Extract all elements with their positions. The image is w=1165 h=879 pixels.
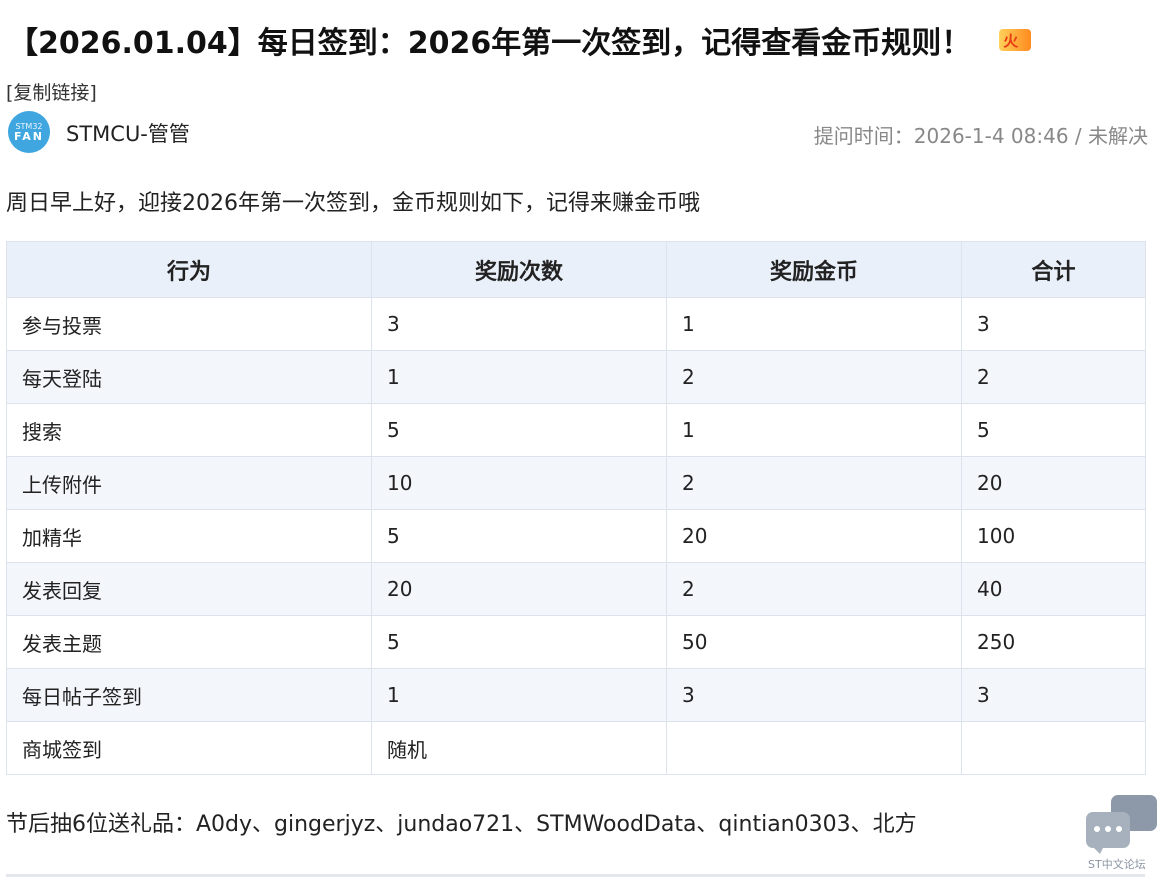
avatar-text-bottom: FAN bbox=[14, 129, 44, 143]
chat-bubble-tail-icon bbox=[1092, 846, 1104, 854]
table-row: 上传附件 10 2 20 bbox=[6, 456, 1146, 510]
cell-action: 商城签到 bbox=[6, 721, 372, 775]
cell-action: 发表回复 bbox=[6, 562, 372, 616]
header-cell-coins: 奖励金币 bbox=[666, 241, 962, 298]
table-row: 每日帖子签到 1 3 3 bbox=[6, 668, 1146, 722]
cell-action: 加精华 bbox=[6, 509, 372, 563]
post-intro: 周日早上好，迎接2026年第一次签到，金币规则如下，记得来赚金币哦 bbox=[6, 191, 700, 216]
cell-total: 2 bbox=[961, 350, 1146, 404]
cell-coins bbox=[666, 721, 962, 775]
table-row: 发表回复 20 2 40 bbox=[6, 562, 1146, 616]
avatar[interactable]: STM32 FAN bbox=[8, 111, 50, 153]
header-cell-times: 奖励次数 bbox=[371, 241, 667, 298]
cell-coins: 1 bbox=[666, 297, 962, 351]
cell-times: 10 bbox=[371, 456, 667, 510]
cell-total: 100 bbox=[961, 509, 1146, 563]
cell-action: 上传附件 bbox=[6, 456, 372, 510]
table-row: 每天登陆 1 2 2 bbox=[6, 350, 1146, 404]
cell-coins: 2 bbox=[666, 350, 962, 404]
cell-coins: 3 bbox=[666, 668, 962, 722]
cell-total: 20 bbox=[961, 456, 1146, 510]
hot-badge-label: 火 bbox=[1003, 32, 1019, 50]
cell-times: 5 bbox=[371, 615, 667, 669]
cell-coins: 50 bbox=[666, 615, 962, 669]
cell-times: 3 bbox=[371, 297, 667, 351]
table-row: 参与投票 3 1 3 bbox=[6, 297, 1146, 351]
cell-coins: 2 bbox=[666, 562, 962, 616]
title-row: 【2026.01.04】每日签到：2026年第一次签到，记得查看金币规则！ 火 bbox=[8, 18, 1032, 62]
cell-total: 5 bbox=[961, 403, 1146, 457]
cell-times: 1 bbox=[371, 350, 667, 404]
cell-action: 每天登陆 bbox=[6, 350, 372, 404]
table-row: 搜索 5 1 5 bbox=[6, 403, 1146, 457]
floating-chat-button[interactable]: ST中文论坛 bbox=[1084, 795, 1160, 875]
cell-coins: 1 bbox=[666, 403, 962, 457]
avatar-text-top: STM32 bbox=[15, 121, 43, 131]
table-header-row: 行为 奖励次数 奖励金币 合计 bbox=[6, 241, 1146, 298]
floating-chat-label: ST中文论坛 bbox=[1088, 858, 1146, 871]
author-row: STM32 FAN STMCU-管管 提问时间：2026-1-4 08:46 /… bbox=[8, 110, 1148, 154]
copy-link-button[interactable]: [复制链接] bbox=[6, 78, 97, 105]
author-name-link[interactable]: STMCU-管管 bbox=[66, 118, 190, 148]
cell-times: 随机 bbox=[371, 721, 667, 775]
cell-coins: 20 bbox=[666, 509, 962, 563]
gift-winners-line: 节后抽6位送礼品：A0dy、gingerjyz、jundao721、STMWoo… bbox=[6, 812, 917, 837]
cell-times: 5 bbox=[371, 509, 667, 563]
cell-action: 发表主题 bbox=[6, 615, 372, 669]
cell-action: 每日帖子签到 bbox=[6, 668, 372, 722]
cell-coins: 2 bbox=[666, 456, 962, 510]
header-cell-action: 行为 bbox=[6, 241, 372, 298]
table-row: 发表主题 5 50 250 bbox=[6, 615, 1146, 669]
coin-rules-table: 行为 奖励次数 奖励金币 合计 参与投票 3 1 3 每天登陆 1 2 2 搜索… bbox=[6, 241, 1146, 775]
cell-total: 250 bbox=[961, 615, 1146, 669]
chat-bubbles-icon bbox=[1086, 812, 1130, 848]
cell-times: 20 bbox=[371, 562, 667, 616]
cell-times: 5 bbox=[371, 403, 667, 457]
header-cell-total: 合计 bbox=[961, 241, 1146, 298]
hot-badge-icon: 火 bbox=[999, 29, 1032, 51]
table-row: 商城签到 随机 bbox=[6, 721, 1146, 775]
post-title: 【2026.01.04】每日签到：2026年第一次签到，记得查看金币规则！ bbox=[8, 26, 972, 61]
cell-action: 参与投票 bbox=[6, 297, 372, 351]
cell-total: 40 bbox=[961, 562, 1146, 616]
cell-action: 搜索 bbox=[6, 403, 372, 457]
cell-total: 3 bbox=[961, 297, 1146, 351]
cell-total: 3 bbox=[961, 668, 1146, 722]
cell-times: 1 bbox=[371, 668, 667, 722]
post-meta: 提问时间：2026-1-4 08:46 / 未解决 bbox=[813, 124, 1148, 148]
cell-total bbox=[961, 721, 1146, 775]
table-row: 加精华 5 20 100 bbox=[6, 509, 1146, 563]
divider bbox=[6, 874, 1145, 877]
